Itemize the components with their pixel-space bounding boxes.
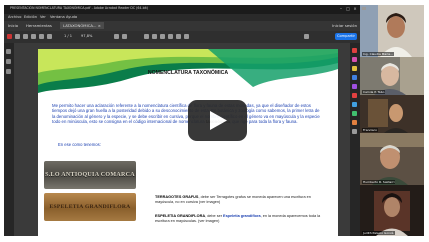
menu-item-ayuda[interactable]: Ayuda xyxy=(66,15,77,19)
organize-icon[interactable] xyxy=(352,84,357,89)
example-1-name: TERRAGOTES GRAFUS xyxy=(155,195,199,199)
maximize-icon[interactable]: □ xyxy=(345,6,351,12)
bookmark-icon[interactable] xyxy=(6,49,11,54)
menu-item-ventana[interactable]: Ventana xyxy=(50,15,65,19)
scan-icon[interactable] xyxy=(352,111,357,116)
combine-icon[interactable] xyxy=(352,75,357,80)
pdf-page: NOMENCLATURA TAXONÓMICA Me permito hacer… xyxy=(38,49,338,236)
stamp-icon[interactable] xyxy=(184,34,189,39)
more-tools-icon[interactable] xyxy=(352,129,357,134)
participant-name: Francisco xyxy=(362,128,379,132)
right-tools-rail xyxy=(350,43,360,236)
mic-icon xyxy=(362,7,366,10)
page-indicator[interactable]: 1 / 1 xyxy=(64,34,72,38)
pdf-icon[interactable] xyxy=(7,34,12,39)
menu-bar: Archivo Edición Ver Ventana Ayuda xyxy=(4,14,360,21)
participant-tile-3[interactable]: Francisco xyxy=(360,95,424,133)
toolbar: 1 / 1 97,8% Compartir xyxy=(4,31,360,43)
protect-icon[interactable] xyxy=(352,93,357,98)
example-2-name: ESPELETIA GRANDIFLORA xyxy=(155,214,206,218)
example-2-text: ESPELETIA GRANDIFLORA, debe ser Espeleti… xyxy=(155,214,325,223)
comment-icon[interactable] xyxy=(144,34,149,39)
document-area[interactable]: NOMENCLATURA TAXONÓMICA Me permito hacer… xyxy=(14,43,350,236)
save-icon[interactable] xyxy=(15,34,20,39)
participant-name: Camila P. Tabo xyxy=(362,90,386,94)
participant-name: Ing. Claudia Maria... xyxy=(362,52,394,56)
coin-image-1: S.LO ANTIOQUIA COMARCA xyxy=(44,161,136,189)
left-navigation-rail xyxy=(4,43,14,236)
title-bar: PRESENTACIÓN NOMENCLATURA TAXONÓMICA.pdf… xyxy=(4,5,360,14)
text-icon[interactable] xyxy=(168,34,173,39)
menu-item-archivo[interactable]: Archivo xyxy=(8,15,21,19)
example-1-text: TERRAGOTES GRAFUS, debe ser Terragotes g… xyxy=(155,195,325,204)
slide-title: NOMENCLATURA TAXONÓMICA xyxy=(147,70,229,76)
fill-sign-icon[interactable] xyxy=(352,102,357,107)
highlight-icon[interactable] xyxy=(152,34,157,39)
participant-tile-5[interactable]: Judith Palacio Gonzá xyxy=(360,185,424,236)
participant-4-video xyxy=(360,133,424,185)
coin-2-text: ESPELETIA GRANDIFLORA xyxy=(49,204,131,210)
tab-bar: Inicio Herramientas LATAXONÓMICA... × In… xyxy=(4,21,360,31)
tab-document[interactable]: LATAXONÓMICA... × xyxy=(60,22,104,29)
export-pdf-icon[interactable] xyxy=(352,48,357,53)
example-2-mid: , debe ser xyxy=(205,214,224,218)
attachment-icon[interactable] xyxy=(6,59,11,64)
participant-5-video xyxy=(360,185,424,236)
acrobat-window: PRESENTACIÓN NOMENCLATURA TAXONÓMICA.pdf… xyxy=(4,5,360,236)
participant-name: Judith Palacio Gonzá xyxy=(362,231,395,235)
participant-name: Humberto R. Saldarri xyxy=(362,180,396,184)
print-icon[interactable] xyxy=(23,34,28,39)
play-button-icon xyxy=(210,111,227,130)
next-page-icon[interactable] xyxy=(47,34,52,39)
minimize-icon[interactable]: – xyxy=(338,6,344,12)
video-player[interactable]: PRESENTACIÓN NOMENCLATURA TAXONÓMICA.pdf… xyxy=(4,5,424,236)
participant-tile-1[interactable]: Ing. Claudia Maria... xyxy=(360,5,424,57)
sign-icon[interactable] xyxy=(176,34,181,39)
participant-tile-4[interactable]: Humberto R. Saldarri xyxy=(360,133,424,185)
edit-pdf-icon[interactable] xyxy=(352,57,357,62)
tab-herramientas[interactable]: Herramientas xyxy=(26,23,52,28)
participant-1-video xyxy=(360,5,424,57)
more-icon[interactable] xyxy=(304,34,309,39)
participant-tile-2[interactable]: Camila P. Tabo xyxy=(360,57,424,95)
compress-icon[interactable] xyxy=(352,120,357,125)
hand-tool-icon[interactable] xyxy=(122,34,127,39)
video-frame: PRESENTACIÓN NOMENCLATURA TAXONÓMICA.pdf… xyxy=(0,0,429,242)
share-button[interactable]: Compartir xyxy=(335,33,357,40)
examples-label: En ese como tenemos: xyxy=(58,142,101,147)
menu-item-ver[interactable]: Ver xyxy=(40,15,46,19)
play-button[interactable] xyxy=(188,100,247,141)
example-2-sci: Espeletia grandiflora xyxy=(223,214,261,218)
window-title: PRESENTACIÓN NOMENCLATURA TAXONÓMICA.pdf… xyxy=(10,6,148,10)
draw-icon[interactable] xyxy=(160,34,165,39)
close-icon[interactable]: × xyxy=(352,6,358,12)
coin-image-2: ESPELETIA GRANDIFLORA xyxy=(44,193,136,221)
select-tool-icon[interactable] xyxy=(114,34,119,39)
coin-1-text: S.LO ANTIOQUIA COMARCA xyxy=(45,172,135,178)
prev-page-icon[interactable] xyxy=(39,34,44,39)
menu-item-edicion[interactable]: Edición xyxy=(24,15,37,19)
layers-icon[interactable] xyxy=(6,69,11,74)
comment-tool-icon[interactable] xyxy=(352,66,357,71)
tab-inicio[interactable]: Inicio xyxy=(8,23,18,28)
sign-in-link[interactable]: Iniciar sesión xyxy=(332,23,357,28)
search-icon[interactable] xyxy=(31,34,36,39)
zoom-level[interactable]: 97,8% xyxy=(81,34,92,38)
